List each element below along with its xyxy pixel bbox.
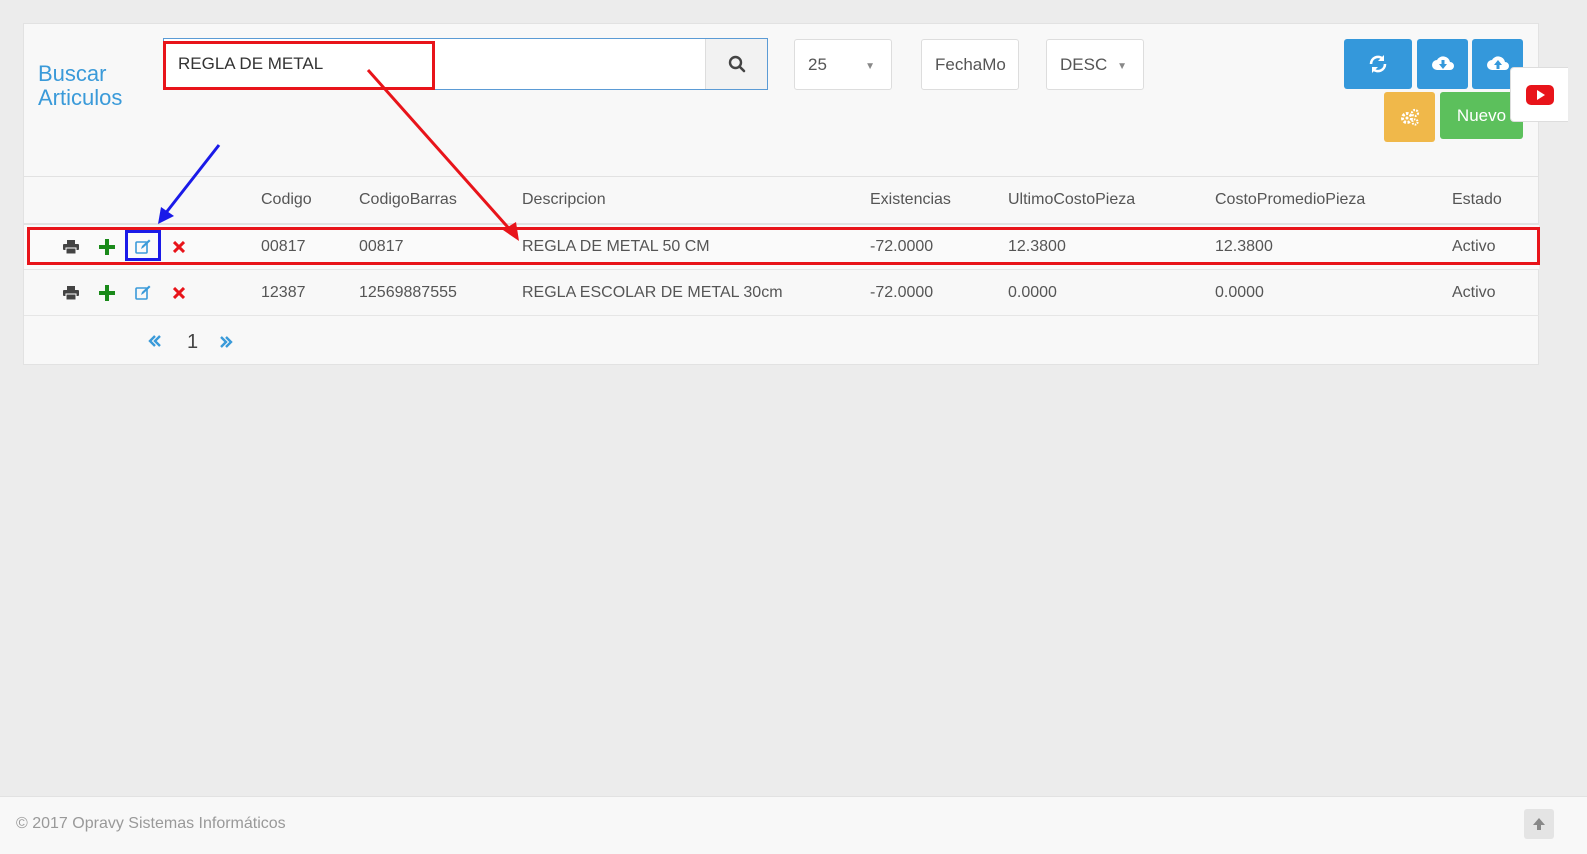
blue-arrow-line [163,144,221,215]
blue-arrow-head [158,207,174,224]
annotation-arrows [158,69,519,241]
red-arrow-line [366,69,515,234]
